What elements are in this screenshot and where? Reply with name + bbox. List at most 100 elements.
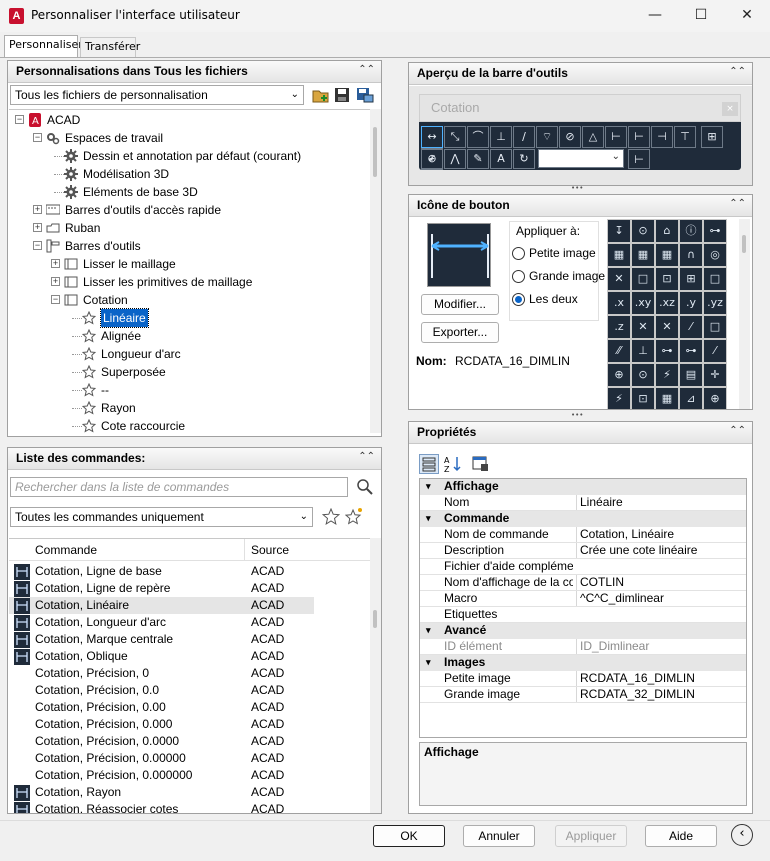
button-image-icon[interactable]: ◎ bbox=[703, 243, 727, 267]
new-command-star-icon[interactable] bbox=[321, 507, 341, 526]
property-value[interactable]: RCDATA_32_DIMLIN bbox=[576, 687, 746, 702]
property-value[interactable]: Linéaire bbox=[576, 495, 746, 510]
property-value[interactable]: Cotation, Linéaire bbox=[576, 527, 746, 542]
property-value[interactable]: ID_Dimlinear bbox=[576, 639, 746, 654]
toolbar-button-icon[interactable]: ⊥ bbox=[490, 126, 512, 148]
button-image-icon[interactable]: ∩ bbox=[679, 243, 703, 267]
tree-scrollbar[interactable] bbox=[370, 109, 381, 433]
button-image-icon[interactable]: □ bbox=[703, 315, 727, 339]
collapse-arrow-icon[interactable]: ▾ bbox=[426, 511, 431, 526]
cancel-button[interactable]: Annuler bbox=[463, 825, 535, 847]
help-button[interactable]: Aide bbox=[645, 825, 717, 847]
button-image-icon[interactable]: ⊕ bbox=[607, 363, 631, 387]
property-row[interactable]: Petite image RCDATA_16_DIMLIN bbox=[420, 671, 746, 687]
property-category[interactable]: ▾ Avancé bbox=[420, 623, 746, 639]
button-image-icon[interactable]: ▦ bbox=[631, 243, 655, 267]
radio-button[interactable] bbox=[512, 247, 525, 260]
property-category[interactable]: ▾ Commande bbox=[420, 511, 746, 527]
tab-transferer[interactable]: Transférer bbox=[80, 37, 140, 57]
button-image-icon[interactable]: ⚡ bbox=[607, 387, 631, 409]
toolbar-button-icon[interactable]: ↔ bbox=[421, 126, 443, 148]
button-image-icon[interactable]: ⚡ bbox=[655, 363, 679, 387]
property-category[interactable]: ▾ Images bbox=[420, 655, 746, 671]
table-row[interactable]: Cotation, Ligne de repère ACAD bbox=[9, 580, 314, 597]
button-image-icon[interactable]: ⁄⁄ bbox=[607, 339, 631, 363]
table-row[interactable]: Cotation, Linéaire ACAD bbox=[9, 597, 314, 614]
collapse-up-icon[interactable]: ⌃⌃ bbox=[358, 451, 375, 462]
maximize-button[interactable]: ☐ bbox=[678, 0, 724, 32]
button-image-icon[interactable]: .x bbox=[607, 291, 631, 315]
button-image-icon[interactable]: ⌂ bbox=[655, 219, 679, 243]
expand-icon[interactable]: + bbox=[51, 259, 60, 268]
table-row[interactable]: Cotation, Précision, 0.0000 ACAD bbox=[9, 733, 314, 750]
button-image-icon[interactable]: ⊥ bbox=[631, 339, 655, 363]
tree-item[interactable]: + Barres d'outils d'accès rapide bbox=[9, 201, 370, 219]
expand-icon[interactable]: + bbox=[51, 277, 60, 286]
button-image-icon[interactable]: .yz bbox=[703, 291, 727, 315]
file-select[interactable]: Tous les fichiers de personnalisation ⌄ bbox=[10, 85, 304, 105]
property-value[interactable]: RCDATA_16_DIMLIN bbox=[576, 671, 746, 686]
export-button[interactable]: Exporter... bbox=[421, 322, 499, 343]
property-row[interactable]: Etiquettes bbox=[420, 607, 746, 623]
button-image-icon[interactable]: □ bbox=[703, 267, 727, 291]
collapse-up-icon[interactable]: ⌃⌃ bbox=[358, 64, 375, 75]
tree-item[interactable]: Longueur d'arc bbox=[9, 345, 370, 363]
save-icon[interactable] bbox=[334, 87, 350, 103]
toolbar-close-icon[interactable]: × bbox=[722, 102, 738, 116]
command-filter-select[interactable]: Toutes les commandes uniquement ⌄ bbox=[10, 507, 313, 527]
table-row[interactable]: Cotation, Marque centrale ACAD bbox=[9, 631, 314, 648]
toolbar-button-icon[interactable]: ⊣ bbox=[651, 126, 673, 148]
radio-button[interactable] bbox=[512, 270, 525, 283]
property-row[interactable]: Macro ^C^C_dimlinear bbox=[420, 591, 746, 607]
button-image-icon[interactable]: .xz bbox=[655, 291, 679, 315]
button-image-icon[interactable]: ⊡ bbox=[631, 387, 655, 409]
table-row[interactable]: Cotation, Précision, 0.000000 ACAD bbox=[9, 767, 314, 784]
toolbar-button-icon[interactable]: ⊘ bbox=[559, 126, 581, 148]
button-image-icon[interactable]: ▤ bbox=[679, 363, 703, 387]
button-image-icon[interactable]: ↧ bbox=[607, 219, 631, 243]
toolbar-button-icon[interactable]: ∕ bbox=[513, 126, 535, 148]
button-image-icon[interactable]: ⊶ bbox=[655, 339, 679, 363]
tree-item[interactable]: + Lisser les primitives de maillage bbox=[9, 273, 370, 291]
tree-item[interactable]: − Barres d'outils bbox=[9, 237, 370, 255]
collapse-arrow-icon[interactable]: ▾ bbox=[426, 655, 431, 670]
tree-item[interactable]: + Ruban bbox=[9, 219, 370, 237]
property-row[interactable]: Nom Linéaire bbox=[420, 495, 746, 511]
toolbar-button-icon[interactable]: ↻ bbox=[513, 149, 535, 169]
collapse-up-icon[interactable]: ⌃⌃ bbox=[729, 66, 746, 77]
collapse-up-icon[interactable]: ⌃⌃ bbox=[729, 198, 746, 209]
property-value[interactable]: Crée une cote linéaire bbox=[576, 543, 746, 558]
radio-button[interactable] bbox=[512, 293, 525, 306]
collapse-panels-icon[interactable]: ‹ bbox=[731, 824, 753, 846]
new-command-spark-icon[interactable] bbox=[344, 507, 363, 525]
collapse-arrow-icon[interactable]: ▾ bbox=[426, 623, 431, 638]
table-row[interactable]: Cotation, Précision, 0.0 ACAD bbox=[9, 682, 314, 699]
button-image-icon[interactable]: ▦ bbox=[655, 387, 679, 409]
collapse-icon[interactable]: − bbox=[33, 241, 42, 250]
toolbar-button-icon[interactable]: ⊞ bbox=[701, 126, 723, 148]
close-button[interactable]: ✕ bbox=[724, 0, 770, 32]
toolbar-button-icon[interactable]: A bbox=[490, 149, 512, 169]
button-image-icon[interactable]: ⊙ bbox=[631, 219, 655, 243]
minimize-button[interactable]: — bbox=[632, 0, 678, 32]
button-image-icon[interactable]: ⁄ bbox=[679, 315, 703, 339]
tree-item[interactable]: + Lisser le maillage bbox=[9, 255, 370, 273]
button-image-icon[interactable]: ✕ bbox=[631, 315, 655, 339]
tree-item[interactable]: Dessin et annotation par défaut (courant… bbox=[9, 147, 370, 165]
tree-item[interactable]: − A ACAD bbox=[9, 111, 370, 129]
tree-item[interactable]: Alignée bbox=[9, 327, 370, 345]
tree-scroll-thumb[interactable] bbox=[373, 127, 377, 177]
toolbar-button-icon[interactable]: ⌔ bbox=[536, 126, 558, 148]
save-as-icon[interactable] bbox=[356, 87, 374, 103]
collapse-icon[interactable]: − bbox=[51, 295, 60, 304]
button-image-icon[interactable]: ⓘ bbox=[679, 219, 703, 243]
property-row[interactable]: ID élément ID_Dimlinear bbox=[420, 639, 746, 655]
button-image-icon[interactable]: ⊿ bbox=[679, 387, 703, 409]
dimstyle-select[interactable]: ⌄ bbox=[538, 149, 624, 168]
button-image-icon[interactable]: ⁄ bbox=[703, 339, 727, 363]
tree-item[interactable]: Modélisation 3D bbox=[9, 165, 370, 183]
alphabetical-sort-icon[interactable]: AZ bbox=[443, 454, 463, 474]
column-command[interactable]: Commande bbox=[35, 543, 97, 557]
icon-grid-scroll-thumb[interactable] bbox=[742, 235, 746, 253]
command-search-input[interactable]: Rechercher dans la liste de commandes bbox=[10, 477, 348, 497]
